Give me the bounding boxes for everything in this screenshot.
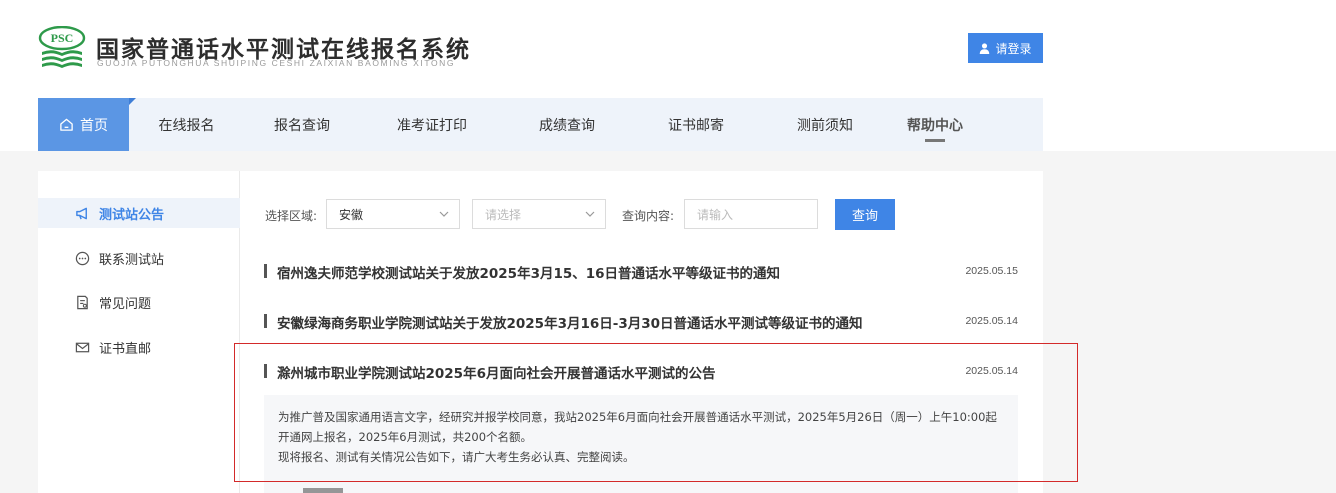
nav-online-registration[interactable]: 在线报名 [136,98,237,151]
nav-certificate-mail[interactable]: 证书邮寄 [637,98,755,151]
search-button[interactable]: 查询 [835,199,895,230]
login-label: 请登录 [995,41,1032,56]
chevron-down-icon [439,211,449,217]
mail-icon [75,342,90,352]
notice-marker [264,264,267,278]
sidebar-item-label: 测试站公告 [99,207,165,223]
nav-label: 帮助中心 [907,117,963,134]
query-label: 查询内容: [622,209,675,223]
psc-logo: PSC [38,26,86,68]
notice-date: 2025.05.15 [965,265,1018,277]
nav-pre-test-notice[interactable]: 测前须知 [755,98,895,151]
home-icon [60,118,73,131]
nav-label: 成绩查询 [539,117,595,134]
province-value: 安徽 [339,207,364,222]
notice-item[interactable]: 安徽绿海商务职业学院测试站关于发放2025年3月16日-3月30日普通话水平测试… [264,311,1018,332]
megaphone-icon [76,207,87,219]
nav-label: 测前须知 [797,117,853,134]
sidebar-item-label: 常见问题 [99,296,152,312]
query-input[interactable]: 请输入 [684,199,818,229]
nav-help-center[interactable]: 帮助中心 [895,98,975,151]
sidebar: 测试站公告 联系测试站 常见问题 证书直邮 [38,171,240,493]
nav-label: 证书邮寄 [668,117,724,134]
nav-label: 在线报名 [158,117,215,134]
sidebar-item-contact[interactable]: 联系测试站 [38,243,240,273]
user-icon [980,42,990,54]
nav-label: 报名查询 [274,117,330,134]
nav-registration-query[interactable]: 报名查询 [237,98,367,151]
highlight-box [234,343,1078,482]
main-nav: 首页 在线报名 报名查询 准考证打印 成绩查询 证书邮寄 测前须知 帮助中心 [38,98,1043,151]
sidebar-item-label: 联系测试站 [99,252,165,268]
notice-date: 2025.05.14 [965,315,1018,327]
nav-home[interactable]: 首页 [38,98,136,151]
partial-text [303,488,343,493]
city-select[interactable]: 请选择 [472,199,606,229]
nav-label: 准考证打印 [397,117,467,134]
province-select[interactable]: 安徽 [326,199,460,229]
chat-icon [75,251,90,265]
site-subtitle: GUOJIA PUTONGHUA SHUIPING CESHI ZAIXIAN … [97,58,456,68]
notice-title[interactable]: 安徽绿海商务职业学院测试站关于发放2025年3月16日-3月30日普通话水平测试… [277,312,863,332]
sidebar-item-certificate-mail[interactable]: 证书直邮 [38,332,240,362]
logo-text: PSC [51,31,74,45]
city-placeholder: 请选择 [485,207,522,222]
sidebar-item-faq[interactable]: 常见问题 [38,287,240,317]
region-label: 选择区域: [265,209,318,223]
notice-item[interactable]: 宿州逸夫师范学校测试站关于发放2025年3月15、16日普通话水平等级证书的通知… [264,261,1018,282]
nav-score-query[interactable]: 成绩查询 [497,98,637,151]
notice-marker [264,314,267,328]
nav-admission-ticket[interactable]: 准考证打印 [367,98,497,151]
nav-home-label: 首页 [80,117,108,134]
login-button[interactable]: 请登录 [968,33,1043,63]
query-placeholder: 请输入 [697,207,734,222]
sidebar-item-announcements[interactable]: 测试站公告 [38,198,240,228]
chevron-down-icon [585,211,595,217]
sidebar-item-label: 证书直邮 [99,341,152,357]
document-icon [77,295,88,309]
active-underline [925,139,945,142]
notice-title[interactable]: 宿州逸夫师范学校测试站关于发放2025年3月15、16日普通话水平等级证书的通知 [277,262,780,282]
